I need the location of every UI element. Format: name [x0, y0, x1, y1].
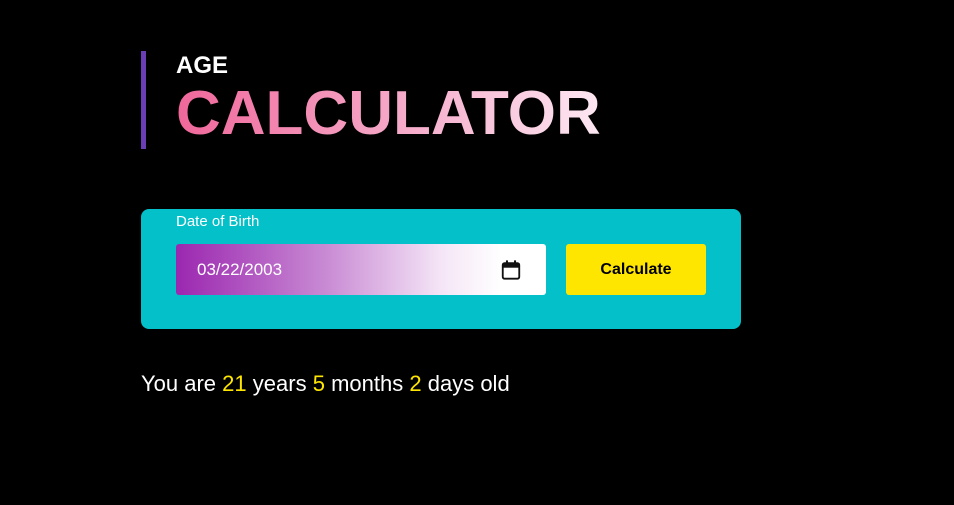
result-days: 2	[409, 371, 422, 396]
title-large: CALCULATOR	[176, 79, 601, 148]
date-value: 03/22/2003	[197, 260, 283, 279]
calendar-icon[interactable]	[500, 259, 522, 281]
age-calculator-page: AGE CALCULATOR Date of Birth 03/22/2003 …	[0, 0, 954, 505]
title-block: AGE CALCULATOR	[141, 51, 601, 149]
result-months: 5	[312, 371, 325, 396]
result-years-word: years	[252, 371, 307, 396]
date-of-birth-input[interactable]: 03/22/2003	[176, 244, 546, 295]
dob-label: Date of Birth	[176, 213, 260, 230]
title-small: AGE	[176, 52, 229, 79]
date-form-card: Date of Birth 03/22/2003 Calculate	[141, 209, 741, 329]
result-days-word: days old	[427, 371, 510, 396]
age-result: You are 21 years 5 months 2 days old	[141, 371, 510, 397]
result-months-word: months	[331, 371, 404, 396]
result-prefix: You are	[141, 371, 217, 396]
result-years: 21	[222, 371, 247, 396]
calculate-button[interactable]: Calculate	[566, 244, 706, 295]
